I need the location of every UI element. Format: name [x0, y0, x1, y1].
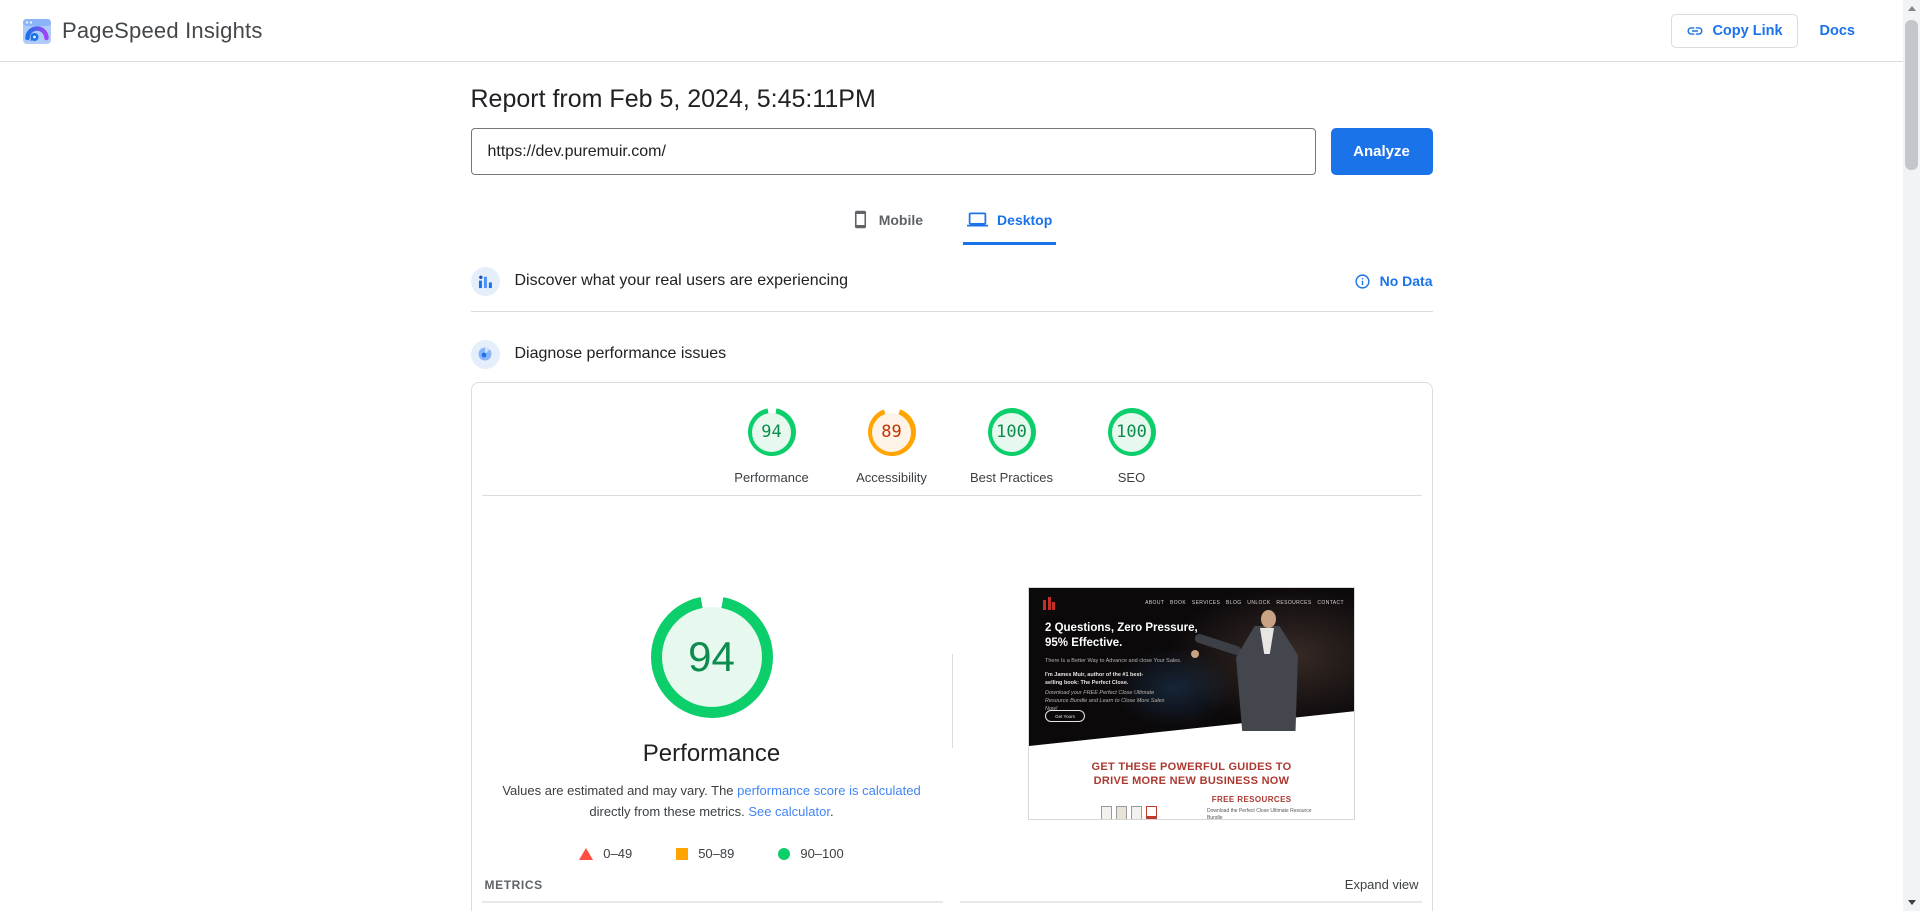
docs-link[interactable]: Docs [1820, 23, 1855, 39]
score-calculation-link[interactable]: performance score is calculated [737, 783, 921, 798]
thumbnail-subtext: There Is a Better Way to Advance and clo… [1045, 658, 1182, 664]
thumbnail-subtext: I'm James Muir, author of the #1 best-se… [1045, 672, 1144, 686]
app-title: PageSpeed Insights [62, 17, 263, 43]
discover-section-header: Discover what your real users are experi… [470, 262, 1433, 300]
pass-circle-icon [778, 847, 791, 860]
scroll-down-icon [1907, 900, 1916, 905]
discover-section-label: Discover what your real users are experi… [514, 272, 848, 289]
legend-label: 50–89 [698, 846, 735, 861]
device-tabs: Mobile Desktop [471, 203, 1433, 245]
desc-text: directly from these metrics. [589, 804, 749, 819]
analyze-button[interactable]: Analyze [1330, 128, 1433, 175]
lighthouse-report-card: 94 Performance 89 Accessibility 100 Best… [470, 382, 1433, 911]
pagespeed-insights-app: PageSpeed Insights Copy Link Docs Report… [0, 0, 1920, 911]
vertical-scrollbar[interactable] [1903, 0, 1920, 911]
thumbnail-guides-heading: GET THESE POWERFUL GUIDES TO DRIVE MORE … [1091, 761, 1292, 787]
tab-desktop[interactable]: Desktop [963, 203, 1057, 245]
tab-mobile[interactable]: Mobile [847, 203, 927, 245]
category-accessibility[interactable]: 89 Accessibility [832, 401, 952, 485]
performance-panel: 94 Performance Values are estimated and … [472, 496, 1432, 861]
performance-score-gauge: 94 [743, 403, 800, 461]
legend-label: 0–49 [603, 846, 633, 861]
app-header: PageSpeed Insights Copy Link Docs [0, 0, 1903, 62]
category-label: Best Practices [969, 470, 1054, 485]
best-practices-score-gauge: 100 [987, 408, 1036, 456]
thumbnail-book-covers [1101, 806, 1157, 819]
performance-description: Values are estimated and may vary. The p… [477, 780, 947, 822]
lab-data-gauge-icon [470, 339, 500, 369]
category-label: SEO [1117, 470, 1146, 485]
page-screenshot-thumbnail: ABOUT BOOK SERVICES BLOG UNLOCK RESOURCE… [1028, 587, 1355, 820]
desktop-laptop-icon [967, 209, 989, 230]
scroll-up-icon [1907, 6, 1916, 11]
thumbnail-nav: ABOUT BOOK SERVICES BLOG UNLOCK RESOURCE… [1145, 600, 1344, 606]
category-seo[interactable]: 100 SEO [1072, 408, 1192, 485]
thumbnail-note: Download the Perfect Close Ultimate Reso… [1207, 808, 1312, 820]
desc-text: Values are estimated and may vary. The [502, 783, 738, 798]
category-best-practices[interactable]: 100 Best Practices [952, 408, 1072, 485]
copy-link-button[interactable]: Copy Link [1671, 13, 1798, 48]
thumbnail-cta-button: Get Yours [1045, 710, 1085, 722]
accessibility-score-gauge: 89 [860, 401, 923, 463]
pagespeed-logo-icon [22, 16, 52, 46]
metrics-header-row: METRICS Expand view [472, 877, 1432, 892]
section-divider [470, 311, 1433, 312]
category-label: Performance [734, 470, 809, 485]
expand-view-button[interactable]: Expand view [1345, 877, 1419, 892]
category-performance[interactable]: 94 Performance [712, 403, 832, 485]
tab-desktop-label: Desktop [997, 211, 1053, 228]
no-data-status[interactable]: No Data [1354, 273, 1433, 290]
thumbnail-headline: 2 Questions, Zero Pressure, 95% Effectiv… [1045, 622, 1198, 649]
legend-fail-range: 0–49 [579, 846, 632, 861]
screenshot-column: ABOUT BOOK SERVICES BLOG UNLOCK RESOURCE… [952, 496, 1432, 861]
url-row: Analyze [470, 128, 1433, 175]
panel-vertical-divider [951, 654, 953, 748]
url-input[interactable] [470, 128, 1316, 175]
metrics-label: METRICS [484, 877, 543, 892]
thumbnail-site-logo [1043, 597, 1055, 610]
thumbnail-free-resources: FREE RESOURCES [1211, 795, 1292, 804]
field-data-icon [470, 266, 500, 296]
legend-label: 90–100 [800, 846, 844, 861]
scroll-down-button[interactable] [1903, 894, 1920, 911]
see-calculator-link[interactable]: See calculator [748, 804, 830, 819]
thumbnail-hero-section [1029, 588, 1354, 746]
diagnose-section-label: Diagnose performance issues [514, 345, 727, 362]
scroll-up-button[interactable] [1903, 0, 1920, 17]
link-icon [1686, 22, 1704, 40]
category-scores-row: 94 Performance 89 Accessibility 100 Best… [472, 383, 1432, 485]
score-legend: 0–49 50–89 90–100 [579, 846, 844, 861]
no-data-label: No Data [1379, 273, 1433, 289]
scrollbar-thumb[interactable] [1905, 20, 1918, 170]
copy-link-label: Copy Link [1712, 22, 1783, 39]
desc-text: . [829, 804, 834, 819]
tab-mobile-label: Mobile [878, 211, 924, 228]
performance-main-gauge: 94 [640, 585, 783, 729]
diagnose-section-header: Diagnose performance issues [470, 339, 1433, 369]
performance-summary-column: 94 Performance Values are estimated and … [472, 496, 952, 861]
performance-panel-title: Performance [642, 740, 781, 767]
category-label: Accessibility [856, 470, 927, 485]
app-logo[interactable]: PageSpeed Insights [22, 16, 263, 46]
seo-score-gauge: 100 [1107, 408, 1156, 456]
average-square-icon [676, 847, 689, 860]
fail-triangle-icon [579, 847, 594, 860]
legend-average-range: 50–89 [676, 846, 734, 861]
metric-item-top-borders [472, 901, 1432, 903]
mobile-phone-icon [851, 210, 870, 229]
info-icon [1354, 273, 1371, 290]
legend-pass-range: 90–100 [778, 846, 844, 861]
report-title: Report from Feb 5, 2024, 5:45:11PM [470, 85, 876, 113]
